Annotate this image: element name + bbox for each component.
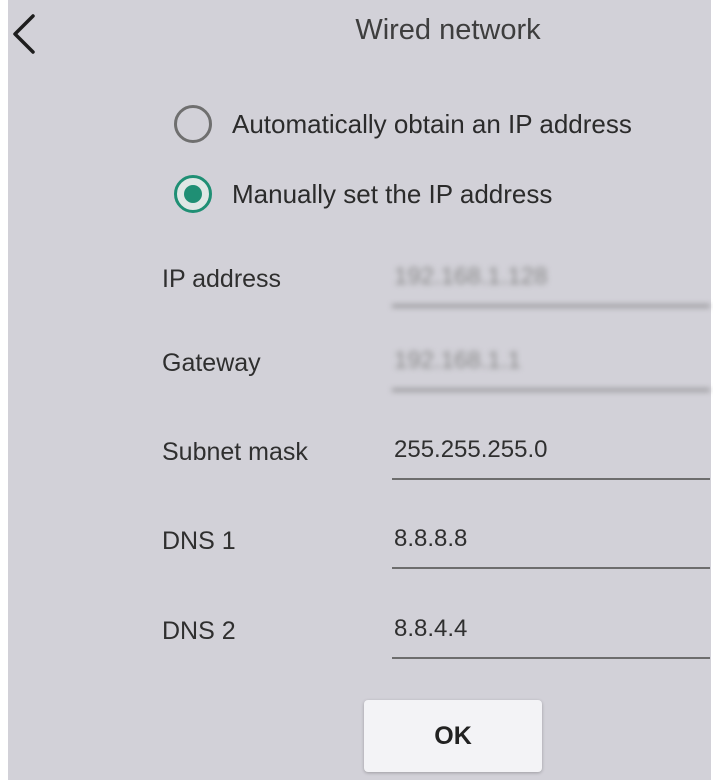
radio-button-unchecked[interactable] xyxy=(174,105,212,143)
ok-button[interactable]: OK xyxy=(364,700,542,772)
gateway-row: Gateway xyxy=(8,335,711,405)
subnet-mask-label: Subnet mask xyxy=(162,438,308,466)
ip-address-label: IP address xyxy=(162,265,282,293)
dns1-label: DNS 1 xyxy=(162,527,236,555)
wired-network-screen: Wired network Automatically obtain an IP… xyxy=(8,0,711,780)
radio-auto-ip[interactable]: Automatically obtain an IP address xyxy=(174,100,632,148)
subnet-mask-row: Subnet mask xyxy=(8,424,711,494)
dns2-label: DNS 2 xyxy=(162,617,236,645)
radio-label-manual-ip: Manually set the IP address xyxy=(232,178,553,209)
dns2-row: DNS 2 xyxy=(8,603,711,673)
dns2-input[interactable] xyxy=(392,607,710,659)
radio-manual-ip[interactable]: Manually set the IP address xyxy=(174,170,552,218)
ip-address-input[interactable] xyxy=(392,255,710,307)
radio-label-auto-ip: Automatically obtain an IP address xyxy=(232,108,632,139)
radio-button-checked[interactable] xyxy=(174,175,212,213)
gateway-input[interactable] xyxy=(392,339,710,391)
ip-address-row: IP address xyxy=(8,251,711,321)
subnet-mask-input[interactable] xyxy=(392,428,710,480)
dns1-row: DNS 1 xyxy=(8,513,711,583)
gateway-label: Gateway xyxy=(162,349,261,377)
page-title: Wired network xyxy=(355,14,541,46)
dns1-input[interactable] xyxy=(392,517,710,569)
